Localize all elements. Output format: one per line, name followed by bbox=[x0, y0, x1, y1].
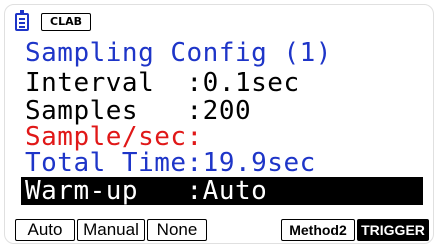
f2-manual-button[interactable]: Manual bbox=[77, 219, 145, 241]
page-title: Sampling Config (1) bbox=[25, 38, 332, 68]
f5-method2-button[interactable]: Method2 bbox=[281, 219, 355, 241]
battery-icon bbox=[15, 10, 29, 31]
interval-row[interactable]: Interval :0.1sec bbox=[25, 69, 300, 97]
calculator-screen: CLAB Sampling Config (1) Interval :0.1se… bbox=[4, 4, 434, 244]
f6-trigger-button[interactable]: TRIGGER bbox=[357, 219, 429, 241]
total-time-row[interactable]: Total Time:19.9sec bbox=[25, 149, 316, 177]
status-bar: CLAB bbox=[15, 10, 91, 33]
sample-per-sec-row[interactable]: Sample/sec: bbox=[25, 123, 203, 151]
f1-auto-button[interactable]: Auto bbox=[15, 219, 75, 241]
warm-up-row[interactable]: Warm-up :Auto bbox=[25, 177, 267, 205]
f3-none-button[interactable]: None bbox=[147, 219, 207, 241]
clab-badge: CLAB bbox=[41, 13, 91, 31]
function-key-bar: Auto Manual None Method2 TRIGGER bbox=[15, 219, 429, 241]
samples-row[interactable]: Samples :200 bbox=[25, 97, 251, 125]
